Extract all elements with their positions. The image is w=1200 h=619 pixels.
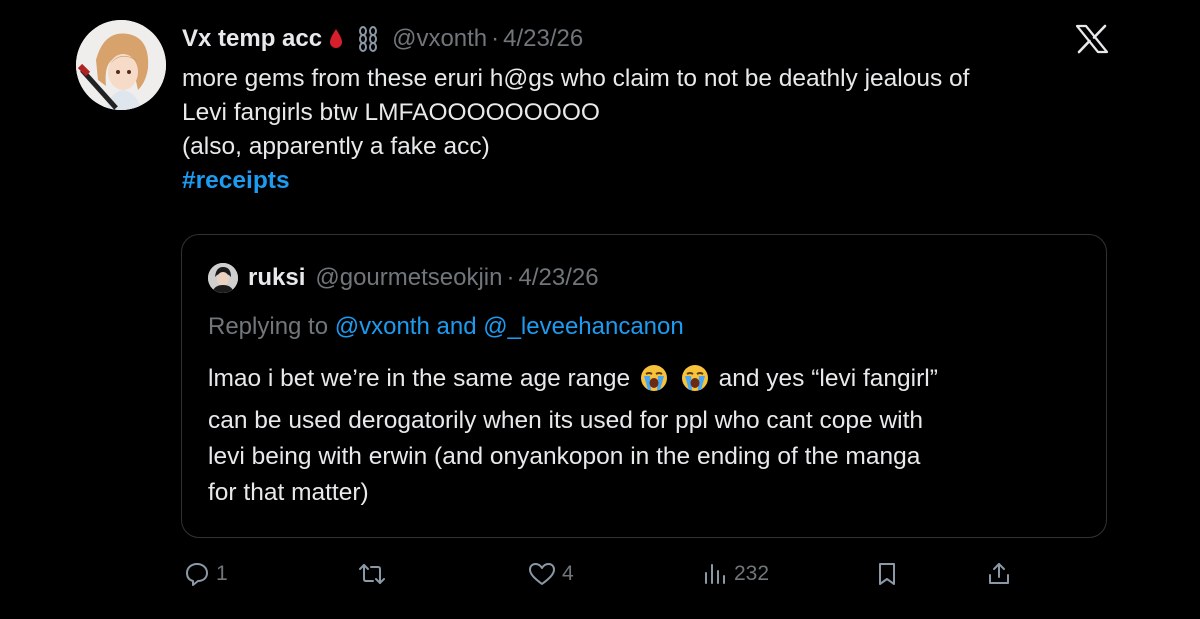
replying-to-label: Replying to	[208, 313, 329, 340]
bookmark-icon	[874, 561, 900, 587]
header-separator: ·	[491, 25, 500, 52]
quoted-text-line: for that matter)	[208, 479, 369, 506]
post-text-line: (also, apparently a fake acc)	[182, 133, 490, 160]
quoted-text-line: levi being with erwin (and onyankopon in…	[208, 443, 921, 470]
reply-button[interactable]: 1	[184, 556, 228, 592]
author-avatar[interactable]	[76, 20, 166, 110]
reply-count: 1	[216, 562, 228, 585]
quoted-text-segment: lmao i bet we’re in the same age range	[208, 365, 631, 392]
like-button[interactable]: 4	[528, 556, 574, 592]
post-header: Vx temp acc @vxonth · 4/23/26	[182, 22, 583, 56]
replying-to-line: Replying to @vxonth and @_leveehancanon	[208, 313, 684, 341]
replying-to-mentions[interactable]: @vxonth and @_leveehancanon	[335, 313, 684, 340]
quoted-header-separator: ·	[506, 264, 515, 291]
bookmark-button[interactable]	[874, 556, 900, 592]
drop-of-blood-emoji	[328, 28, 344, 50]
share-button[interactable]	[986, 556, 1012, 592]
view-count: 232	[734, 562, 770, 585]
heart-icon	[528, 561, 556, 587]
x-logo-icon[interactable]	[1075, 24, 1109, 54]
loudly-crying-face-emoji	[681, 364, 709, 403]
like-count: 4	[562, 562, 574, 585]
share-icon	[986, 561, 1012, 587]
repost-icon	[358, 561, 386, 587]
post-text-line: more gems from these eruri h@gs who clai…	[182, 65, 970, 92]
quoted-text-segment: and yes “levi fangirl”	[718, 365, 938, 392]
post-text: more gems from these eruri h@gs who clai…	[182, 62, 1132, 198]
views-chart-icon	[702, 561, 728, 587]
action-bar: 1 4 232	[182, 556, 1032, 592]
repost-button[interactable]	[358, 556, 392, 592]
quoted-author-handle[interactable]: @gourmetseokjin	[315, 264, 502, 292]
views-button[interactable]: 232	[702, 556, 769, 592]
quoted-post-header: ruksi @gourmetseokjin · 4/23/26	[208, 263, 599, 293]
author-handle[interactable]: @vxonth	[392, 25, 487, 53]
reply-icon	[184, 561, 210, 587]
quoted-post-card[interactable]: ruksi @gourmetseokjin · 4/23/26 Replying…	[181, 234, 1107, 538]
quoted-text-line: can be used derogatorily when its used f…	[208, 407, 924, 434]
quoted-author-avatar[interactable]	[208, 263, 238, 293]
hashtag-link[interactable]: #receipts	[182, 167, 290, 194]
author-display-name[interactable]: Vx temp acc	[182, 25, 322, 53]
quoted-post-text: lmao i bet we’re in the same age range a…	[208, 361, 1088, 511]
quoted-text-line: lmao i bet we’re in the same age range a…	[208, 361, 1088, 403]
chains-emoji	[356, 26, 380, 52]
quoted-author-display-name[interactable]: ruksi	[248, 264, 305, 292]
post-text-line: Levi fangirls btw LMFAOOOOOOOOO	[182, 99, 600, 126]
post-date[interactable]: 4/23/26	[503, 25, 583, 53]
quoted-post-date[interactable]: 4/23/26	[519, 264, 599, 292]
loudly-crying-face-emoji	[640, 364, 668, 403]
